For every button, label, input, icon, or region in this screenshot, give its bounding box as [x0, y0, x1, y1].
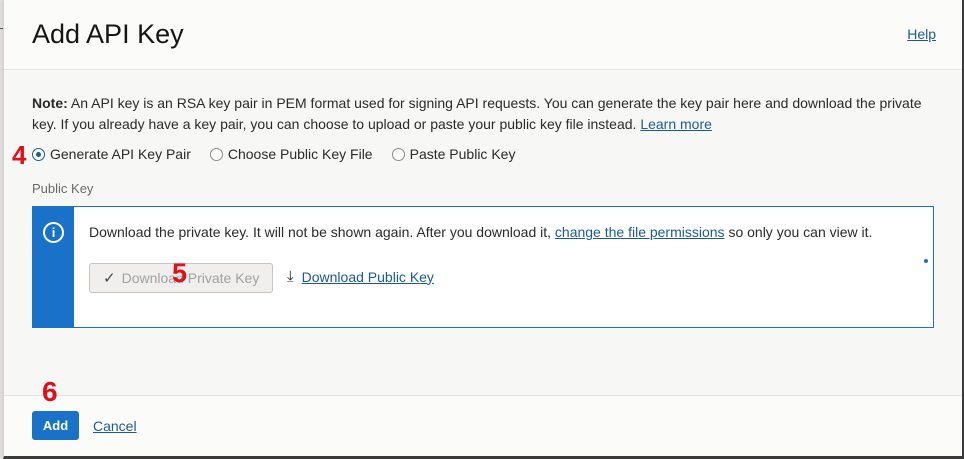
radio-selected-icon[interactable]	[32, 147, 45, 161]
dialog-footer: Add Cancel	[4, 395, 962, 456]
download-info-message: i Download the private key. It will not …	[32, 206, 934, 328]
help-link[interactable]: Help	[907, 26, 936, 42]
change-file-permissions-link[interactable]: change the file permissions	[555, 224, 725, 240]
radio-generate-key-pair[interactable]: Generate API Key Pair	[32, 146, 191, 162]
info-message-text: Download the private key. It will not be…	[89, 224, 872, 240]
step-annotation-4: 4	[12, 140, 27, 170]
info-icon: i	[43, 222, 64, 243]
radio-label: Generate API Key Pair	[50, 146, 191, 162]
note-label: Note:	[32, 95, 68, 111]
step-annotation-5: 5	[172, 258, 188, 288]
info-text-before: Download the private key. It will not be…	[89, 224, 555, 240]
dialog-title: Add API Key	[32, 19, 184, 49]
dialog-body: Note: An API key is an RSA key pair in P…	[4, 71, 962, 395]
key-source-radio-group: Generate API Key Pair Choose Public Key …	[32, 144, 534, 164]
download-public-key-label: Download Public Key	[301, 268, 434, 285]
cancel-link[interactable]: Cancel	[93, 418, 137, 434]
learn-more-link[interactable]: Learn more	[640, 116, 712, 132]
add-button[interactable]: Add	[32, 411, 79, 440]
dialog-header: Add API Key Help	[4, 0, 962, 70]
radio-unselected-icon[interactable]	[391, 147, 405, 161]
info-text-after: so only you can view it.	[724, 224, 873, 240]
radio-paste-public-key[interactable]: Paste Public Key	[391, 146, 516, 162]
info-accent-bar: i	[33, 207, 74, 327]
note-description: An API key is an RSA key pair in PEM for…	[32, 95, 922, 132]
download-arrow-icon: ⤓	[287, 268, 294, 285]
step-annotation-6: 6	[42, 376, 58, 407]
scroll-indicator-dot	[924, 259, 928, 263]
radio-choose-public-key-file[interactable]: Choose Public Key File	[209, 146, 373, 162]
radio-label: Paste Public Key	[409, 146, 516, 162]
radio-unselected-icon[interactable]	[209, 147, 223, 161]
download-public-key-link[interactable]: ⤓ Download Public Key	[287, 268, 434, 285]
public-key-label: Public Key	[32, 181, 94, 196]
note-text: Note: An API key is an RSA key pair in P…	[32, 93, 932, 135]
add-api-key-dialog: Add API Key Help Note: An API key is an …	[3, 0, 964, 459]
radio-label: Choose Public Key File	[227, 146, 373, 162]
download-private-key-label: Download Private Key	[121, 270, 260, 286]
checkmark-icon: ✓	[103, 270, 116, 287]
